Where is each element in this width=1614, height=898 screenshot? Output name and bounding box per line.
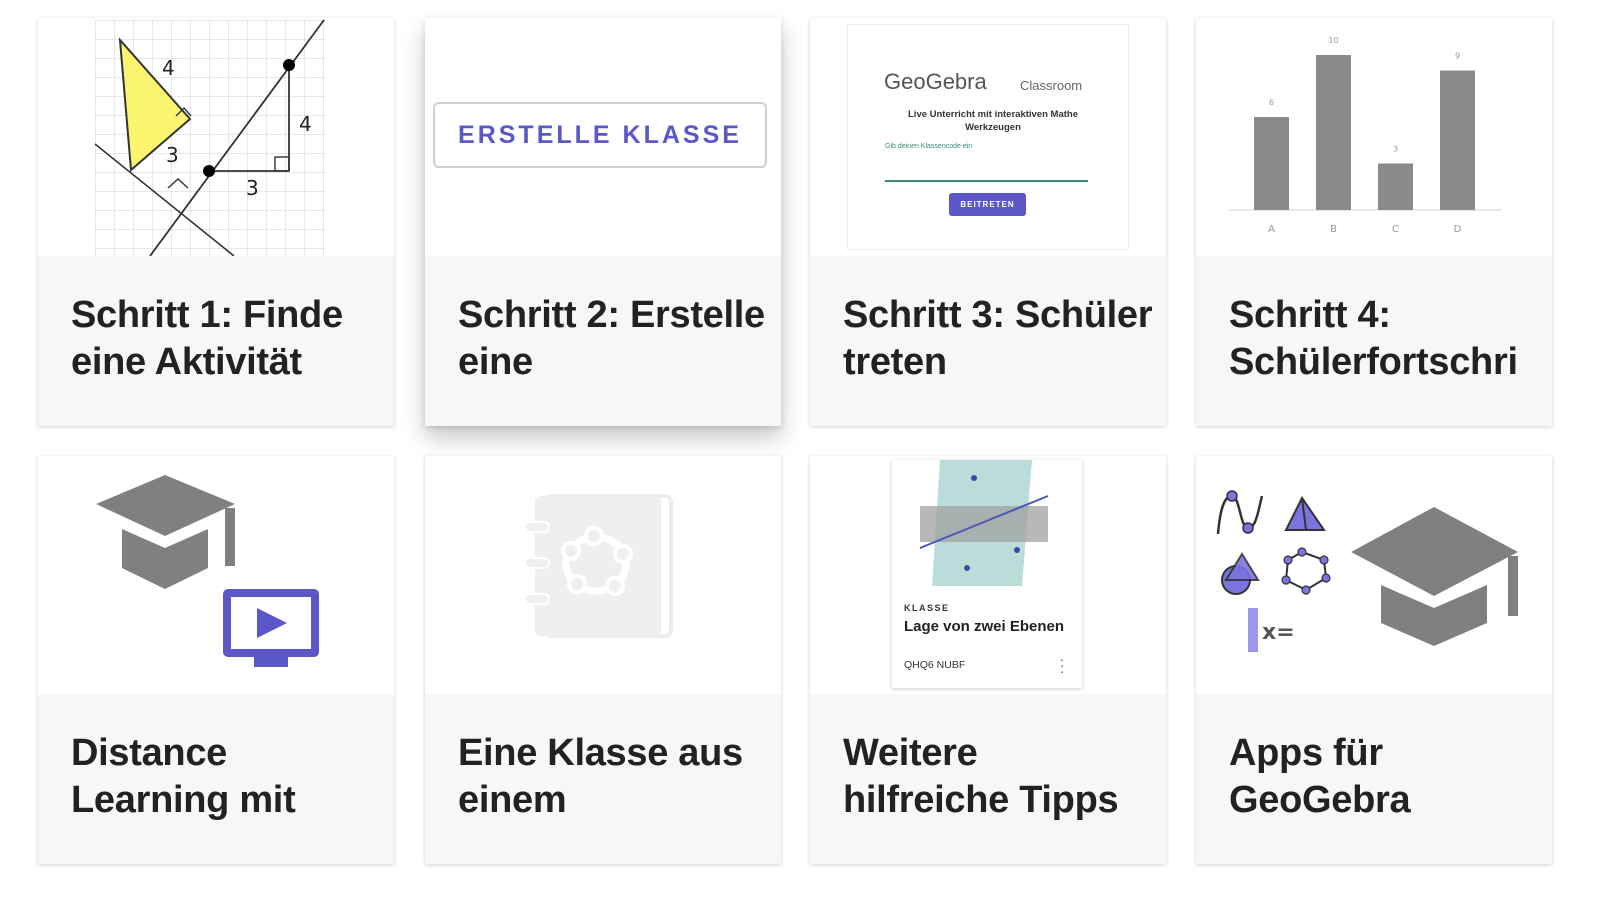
bar-A [1254,117,1289,210]
class-name: Lage von zwei Ebenen [904,618,1065,635]
progress-bar-chart: 6 A 10 B 3 C 9 D [1228,36,1502,235]
triangle-diagram-thumbnail: 4 3 4 3 [38,18,394,256]
bar-value-label: 6 [1269,98,1274,107]
cas-app-icon: x= [1248,608,1295,652]
classroom-join-thumbnail: GeoGebra Classroom Live Unterricht mit i… [810,18,1166,256]
class-preview-thumbnail: KLASSE Lage von zwei Ebenen QHQ6 NUBF ..… [810,456,1166,694]
card-title: Weitere hilfreiche Tipps [843,732,1119,821]
card-step-3[interactable]: GeoGebra Classroom Live Unterricht mit i… [810,18,1166,426]
more-options-icon: ... [1060,648,1064,676]
planes-illustration [892,460,1082,590]
card-title: Schritt 1: Finde eine Aktivität [71,294,343,383]
category-label: D [1454,224,1462,235]
card-apps[interactable]: x= Apps für GeoGebra [1196,456,1552,864]
card-step-2[interactable]: ERSTELLE KLASSE Schritt 2: Erstelle eine [425,18,781,426]
bar-B [1316,55,1351,210]
card-title: Schritt 4: Schülerfortschri [1229,294,1518,383]
label-leg-left: 3 [166,143,179,167]
card-helpful-tips[interactable]: KLASSE Lage von zwei Ebenen QHQ6 NUBF ..… [810,456,1166,864]
category-label: C [1392,224,1399,235]
apps-thumbnail: x= [1196,456,1552,694]
card-title: Distance Learning mit [71,732,296,821]
graphing-app-icon [1216,490,1264,535]
create-class-thumbnail: ERSTELLE KLASSE [425,18,781,256]
bar-value-label: 9 [1455,52,1460,61]
graduation-cap-icon [1351,507,1518,646]
classroom-label: Classroom [1020,78,1083,93]
distance-learning-thumbnail [38,456,394,694]
video-player-icon [223,589,319,667]
class-code: QHQ6 NUBF [904,659,966,671]
bar-C [1378,163,1413,210]
bar-value-label: 10 [1328,36,1338,45]
geometry-app-icon [1221,552,1260,595]
graduation-cap-icon [96,475,235,589]
3d-app-icon [1284,496,1326,531]
card-title: Schritt 2: Erstelle eine [458,294,765,383]
class-code-underline [885,180,1088,182]
bar-D [1440,70,1475,210]
bar-chart-thumbnail: 6 A 10 B 3 C 9 D [1196,18,1552,256]
geogebra-logo: GeoGebra [884,69,987,94]
bar-value-label: 3 [1393,145,1398,154]
card-distance-learning[interactable]: Distance Learning mit [38,456,394,864]
label-run: 3 [246,176,259,200]
notebook-icon [524,494,673,638]
card-title: Apps für GeoGebra [1229,732,1411,821]
category-label: A [1268,224,1275,235]
notebook-thumbnail [425,456,781,694]
label-rise: 4 [299,112,312,136]
triangle-diagram: 4 3 4 3 [94,19,325,256]
polygon-app-icon [1281,547,1331,595]
card-step-4[interactable]: 6 A 10 B 3 C 9 D Schritt 4: Schülerfortschri [1196,18,1552,426]
classroom-join-panel: GeoGebra Classroom Live Unterricht mit i… [847,24,1129,250]
class-code-hint: Gib deinen Klassencode ein [885,143,973,150]
cas-label: x= [1262,620,1295,645]
create-class-button: ERSTELLE KLASSE [433,102,767,168]
card-class-from-book[interactable]: Eine Klasse aus einem [425,456,781,864]
card-title: Schritt 3: Schüler treten [843,294,1153,383]
label-leg-top: 4 [162,56,175,80]
class-label: KLASSE [904,603,950,613]
card-title: Eine Klasse aus einem [458,732,743,821]
classroom-description: Live Unterricht mit interaktiven Mathe W… [908,109,1078,133]
class-preview-card: KLASSE Lage von zwei Ebenen QHQ6 NUBF ..… [892,460,1082,688]
join-button: BEITRETEN [949,193,1026,216]
category-label: B [1330,224,1337,235]
card-step-1[interactable]: 4 3 4 3 Schritt 1: Finde eine Aktivität [38,18,394,426]
